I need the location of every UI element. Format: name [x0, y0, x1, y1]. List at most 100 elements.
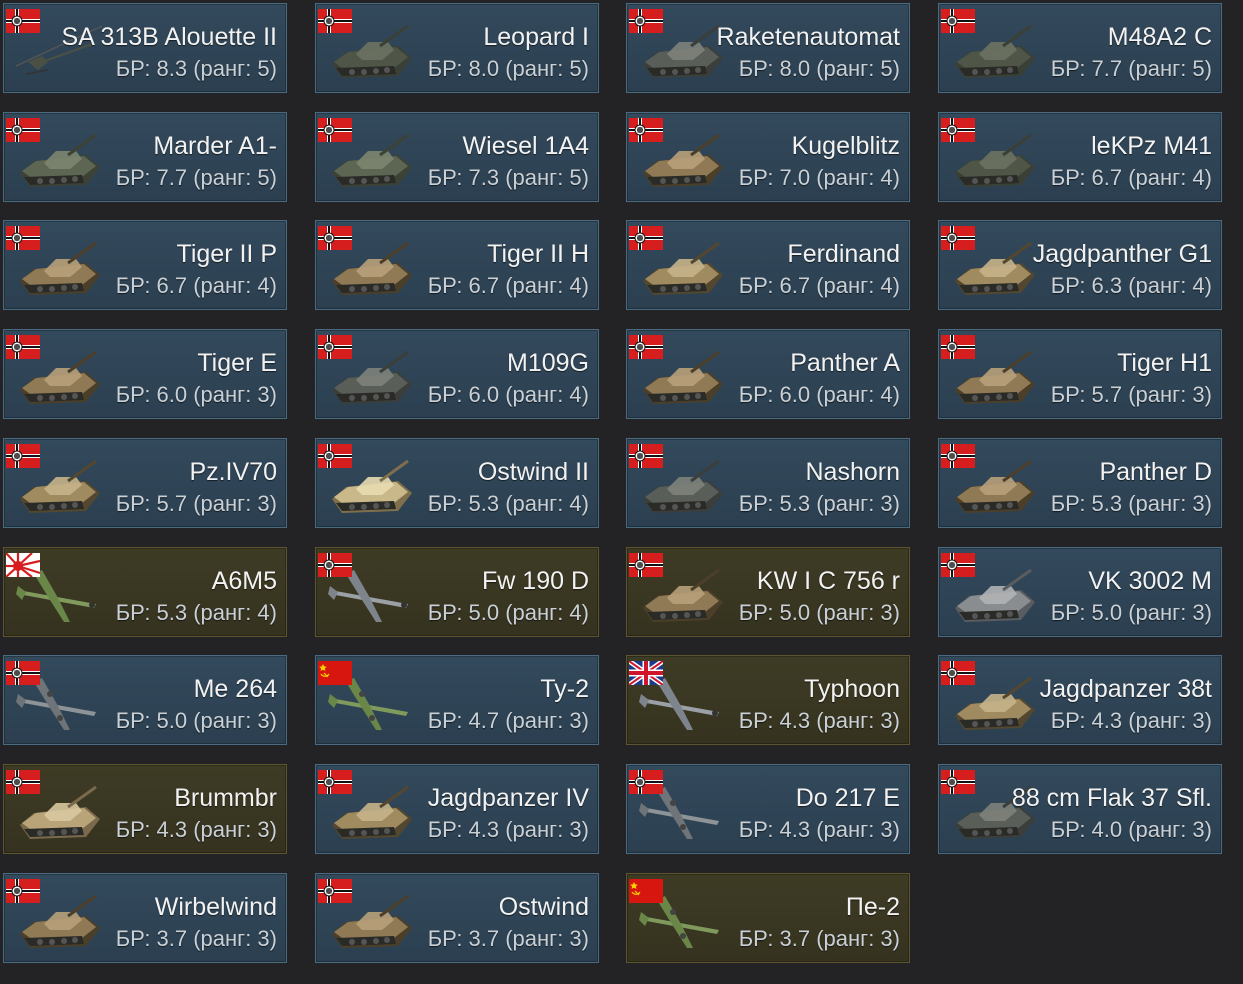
vehicle-battle-rating: БР: 4.3 (ранг: 3) — [1050, 708, 1212, 733]
vehicle-card-vk-3002-m[interactable]: VK 3002 M БР: 5.0 (ранг: 3) — [938, 547, 1222, 637]
germany-flag-icon — [318, 879, 352, 903]
vehicle-card-jagdpanther-g1[interactable]: Jagdpanther G1 БР: 6.3 (ранг: 4) — [938, 220, 1222, 310]
germany-flag-icon — [318, 9, 352, 33]
vehicle-name: Tiger II P — [176, 240, 278, 268]
vehicle-battle-rating: БР: 6.3 (ранг: 4) — [1050, 273, 1212, 298]
vehicle-name: Wiesel 1A4 — [462, 132, 589, 160]
vehicle-card-leopard-i[interactable]: Leopard I БР: 8.0 (ранг: 5) — [315, 3, 599, 93]
vehicle-battle-rating: БР: 7.7 (ранг: 5) — [1050, 56, 1212, 81]
vehicle-card-marder-a1[interactable]: Marder A1- БР: 7.7 (ранг: 5) — [3, 112, 287, 202]
vehicle-card-пе-2[interactable]: Пе-2 БР: 3.7 (ранг: 3) — [626, 873, 910, 963]
vehicle-card-m109g[interactable]: M109G БР: 6.0 (ранг: 4) — [315, 329, 599, 419]
vehicle-name: A6M5 — [211, 567, 277, 595]
germany-flag-icon — [6, 335, 40, 359]
vehicle-battle-rating: БР: 8.0 (ранг: 5) — [427, 56, 589, 81]
vehicle-battle-rating: БР: 8.3 (ранг: 5) — [115, 56, 277, 81]
germany-flag-icon — [318, 444, 352, 468]
vehicle-card-jagdpanzer-38t[interactable]: Jagdpanzer 38t БР: 4.3 (ранг: 3) — [938, 655, 1222, 745]
germany-flag-icon — [941, 335, 975, 359]
vehicle-name: Tiger II H — [487, 240, 589, 268]
vehicle-battle-rating: БР: 6.7 (ранг: 4) — [1050, 165, 1212, 190]
vehicle-card-nashorn[interactable]: Nashorn БР: 5.3 (ранг: 3) — [626, 438, 910, 528]
vehicle-name: Raketenautomat — [716, 23, 900, 51]
vehicle-card-lekpz-m41[interactable]: leKPz M41 БР: 6.7 (ранг: 4) — [938, 112, 1222, 202]
germany-flag-icon — [629, 118, 663, 142]
vehicle-name: Tiger H1 — [1117, 349, 1212, 377]
vehicle-card-kw-i-c-756-r[interactable]: KW I C 756 r БР: 5.0 (ранг: 3) — [626, 547, 910, 637]
vehicle-name: Ту-2 — [540, 675, 589, 703]
vehicle-card-ferdinand[interactable]: Ferdinand БР: 6.7 (ранг: 4) — [626, 220, 910, 310]
vehicle-card-m48a2-c[interactable]: M48A2 C БР: 7.7 (ранг: 5) — [938, 3, 1222, 93]
vehicle-card-fw-190-d[interactable]: Fw 190 D БР: 5.0 (ранг: 4) — [315, 547, 599, 637]
vehicle-battle-rating: БР: 5.7 (ранг: 3) — [115, 491, 277, 516]
vehicle-card-wirbelwind[interactable]: Wirbelwind БР: 3.7 (ранг: 3) — [3, 873, 287, 963]
vehicle-card-a6m5[interactable]: A6M5 БР: 5.3 (ранг: 4) — [3, 547, 287, 637]
germany-flag-icon — [941, 770, 975, 794]
germany-flag-icon — [629, 9, 663, 33]
vehicle-name: Пе-2 — [845, 893, 900, 921]
vehicle-card-ostwind[interactable]: Ostwind БР: 3.7 (ранг: 3) — [315, 873, 599, 963]
vehicle-battle-rating: БР: 3.7 (ранг: 3) — [427, 926, 589, 951]
vehicle-battle-rating: БР: 6.0 (ранг: 3) — [115, 382, 277, 407]
vehicle-name: Marder A1- — [153, 132, 277, 160]
vehicle-card-panther-d[interactable]: Panther D БР: 5.3 (ранг: 3) — [938, 438, 1222, 528]
vehicle-card-jagdpanzer-iv[interactable]: Jagdpanzer IV БР: 4.3 (ранг: 3) — [315, 764, 599, 854]
vehicle-grid: SA 313B Alouette II БР: 8.3 (ранг: 5) Leop… — [3, 3, 1243, 984]
vehicle-card-sa-313b-alouette-ii[interactable]: SA 313B Alouette II БР: 8.3 (ранг: 5) — [3, 3, 287, 93]
vehicle-name: M48A2 C — [1107, 23, 1212, 51]
vehicle-battle-rating: БР: 7.0 (ранг: 4) — [738, 165, 900, 190]
vehicle-battle-rating: БР: 6.0 (ранг: 4) — [738, 382, 900, 407]
germany-flag-icon — [629, 226, 663, 250]
vehicle-card-88-cm-flak-37-sfl[interactable]: 88 cm Flak 37 Sfl. БР: 4.0 (ранг: 3) — [938, 764, 1222, 854]
vehicle-card-me-264[interactable]: Me 264 БР: 5.0 (ранг: 3) — [3, 655, 287, 745]
vehicle-card-pz-iv70[interactable]: Pz.IV70 БР: 5.7 (ранг: 3) — [3, 438, 287, 528]
germany-flag-icon — [318, 770, 352, 794]
vehicle-card-tiger-e[interactable]: Tiger E БР: 6.0 (ранг: 3) — [3, 329, 287, 419]
vehicle-card-tiger-h1[interactable]: Tiger H1 БР: 5.7 (ранг: 3) — [938, 329, 1222, 419]
germany-flag-icon — [6, 118, 40, 142]
vehicle-name: Fw 190 D — [482, 567, 589, 595]
vehicle-card-panther-a[interactable]: Panther A БР: 6.0 (ранг: 4) — [626, 329, 910, 419]
germany-flag-icon — [6, 9, 40, 33]
vehicle-name: Ostwind II — [477, 458, 589, 486]
germany-flag-icon — [941, 226, 975, 250]
germany-flag-icon — [629, 770, 663, 794]
germany-flag-icon — [629, 444, 663, 468]
vehicle-card-raketenautomat[interactable]: Raketenautomat БР: 8.0 (ранг: 5) — [626, 3, 910, 93]
vehicle-card-brummbr[interactable]: Brummbr БР: 4.3 (ранг: 3) — [3, 764, 287, 854]
vehicle-battle-rating: БР: 4.0 (ранг: 3) — [1050, 817, 1212, 842]
vehicle-battle-rating: БР: 7.7 (ранг: 5) — [115, 165, 277, 190]
germany-flag-icon — [6, 770, 40, 794]
japan-flag-icon — [6, 553, 40, 577]
vehicle-battle-rating: БР: 4.7 (ранг: 3) — [427, 708, 589, 733]
vehicle-battle-rating: БР: 4.3 (ранг: 3) — [738, 708, 900, 733]
vehicle-card-wiesel-1a4[interactable]: Wiesel 1A4 БР: 7.3 (ранг: 5) — [315, 112, 599, 202]
vehicle-name: KW I C 756 r — [756, 567, 900, 595]
vehicle-name: M109G — [507, 349, 589, 377]
vehicle-card-ту-2[interactable]: Ту-2 БР: 4.7 (ранг: 3) — [315, 655, 599, 745]
vehicle-battle-rating: БР: 5.3 (ранг: 4) — [115, 600, 277, 625]
vehicle-name: VK 3002 M — [1088, 567, 1212, 595]
germany-flag-icon — [6, 444, 40, 468]
vehicle-name: Jagdpanzer 38t — [1039, 675, 1212, 703]
germany-flag-icon — [318, 335, 352, 359]
vehicle-battle-rating: БР: 3.7 (ранг: 3) — [738, 926, 900, 951]
vehicle-card-kugelblitz[interactable]: Kugelblitz БР: 7.0 (ранг: 4) — [626, 112, 910, 202]
vehicle-battle-rating: БР: 6.7 (ранг: 4) — [738, 273, 900, 298]
vehicle-battle-rating: БР: 7.3 (ранг: 5) — [427, 165, 589, 190]
vehicle-battle-rating: БР: 5.0 (ранг: 3) — [1050, 600, 1212, 625]
vehicle-card-ostwind-ii[interactable]: Ostwind II БР: 5.3 (ранг: 4) — [315, 438, 599, 528]
vehicle-card-tiger-ii-p[interactable]: Tiger II P БР: 6.7 (ранг: 4) — [3, 220, 287, 310]
vehicle-battle-rating: БР: 5.3 (ранг: 3) — [1050, 491, 1212, 516]
vehicle-battle-rating: БР: 5.3 (ранг: 3) — [738, 491, 900, 516]
germany-flag-icon — [6, 661, 40, 685]
vehicle-name: Typhoon — [804, 675, 900, 703]
vehicle-card-typhoon[interactable]: Typhoon БР: 4.3 (ранг: 3) — [626, 655, 910, 745]
vehicle-card-do-217-e[interactable]: Do 217 E БР: 4.3 (ранг: 3) — [626, 764, 910, 854]
vehicle-card-tiger-ii-h[interactable]: Tiger II H БР: 6.7 (ранг: 4) — [315, 220, 599, 310]
vehicle-name: Me 264 — [193, 675, 277, 703]
vehicle-name: 88 cm Flak 37 Sfl. — [1011, 784, 1212, 812]
germany-flag-icon — [318, 553, 352, 577]
vehicle-name: Tiger E — [197, 349, 277, 377]
germany-flag-icon — [318, 226, 352, 250]
